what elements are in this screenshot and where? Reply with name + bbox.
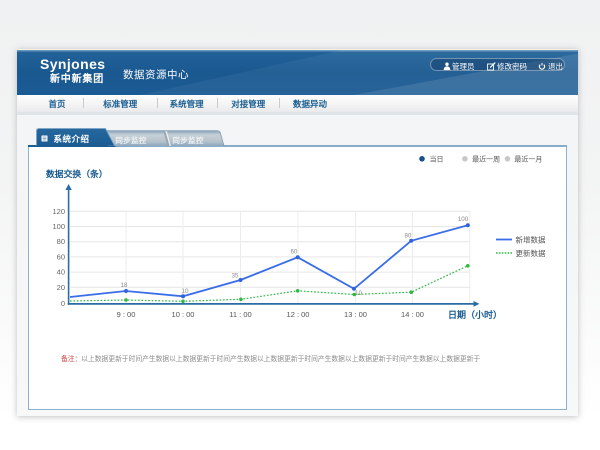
svg-text:20: 20 xyxy=(57,282,65,291)
svg-text:日期（小时）: 日期（小时） xyxy=(448,309,502,320)
svg-text:最近一月: 最近一月 xyxy=(514,154,542,163)
svg-text:14 : 00: 14 : 00 xyxy=(401,310,424,319)
svg-text:当日: 当日 xyxy=(430,154,444,163)
svg-text:35: 35 xyxy=(232,272,239,279)
svg-text:100: 100 xyxy=(458,216,469,223)
svg-text:10: 10 xyxy=(182,288,189,295)
svg-text:9 : 00: 9 : 00 xyxy=(117,310,136,319)
svg-text:新增数据: 新增数据 xyxy=(516,234,546,244)
svg-text:10: 10 xyxy=(355,290,362,297)
svg-text:18: 18 xyxy=(121,282,128,289)
svg-text:12 : 00: 12 : 00 xyxy=(287,310,310,319)
svg-text:13 : 00: 13 : 00 xyxy=(344,310,367,319)
svg-text:60: 60 xyxy=(57,252,65,261)
svg-text:100: 100 xyxy=(52,222,65,231)
svg-text:最近一周: 最近一周 xyxy=(472,154,500,163)
svg-text:80: 80 xyxy=(57,237,65,246)
svg-text:0: 0 xyxy=(61,298,65,307)
svg-text:80: 80 xyxy=(405,232,412,239)
svg-text:10 : 00: 10 : 00 xyxy=(172,310,195,319)
svg-text:120: 120 xyxy=(52,206,65,215)
svg-text:40: 40 xyxy=(57,267,65,276)
svg-text:数据交换（条）: 数据交换（条） xyxy=(45,168,108,179)
svg-text:60: 60 xyxy=(291,248,298,255)
svg-text:更新数据: 更新数据 xyxy=(516,247,546,257)
svg-text:11 : 00: 11 : 00 xyxy=(229,310,251,319)
